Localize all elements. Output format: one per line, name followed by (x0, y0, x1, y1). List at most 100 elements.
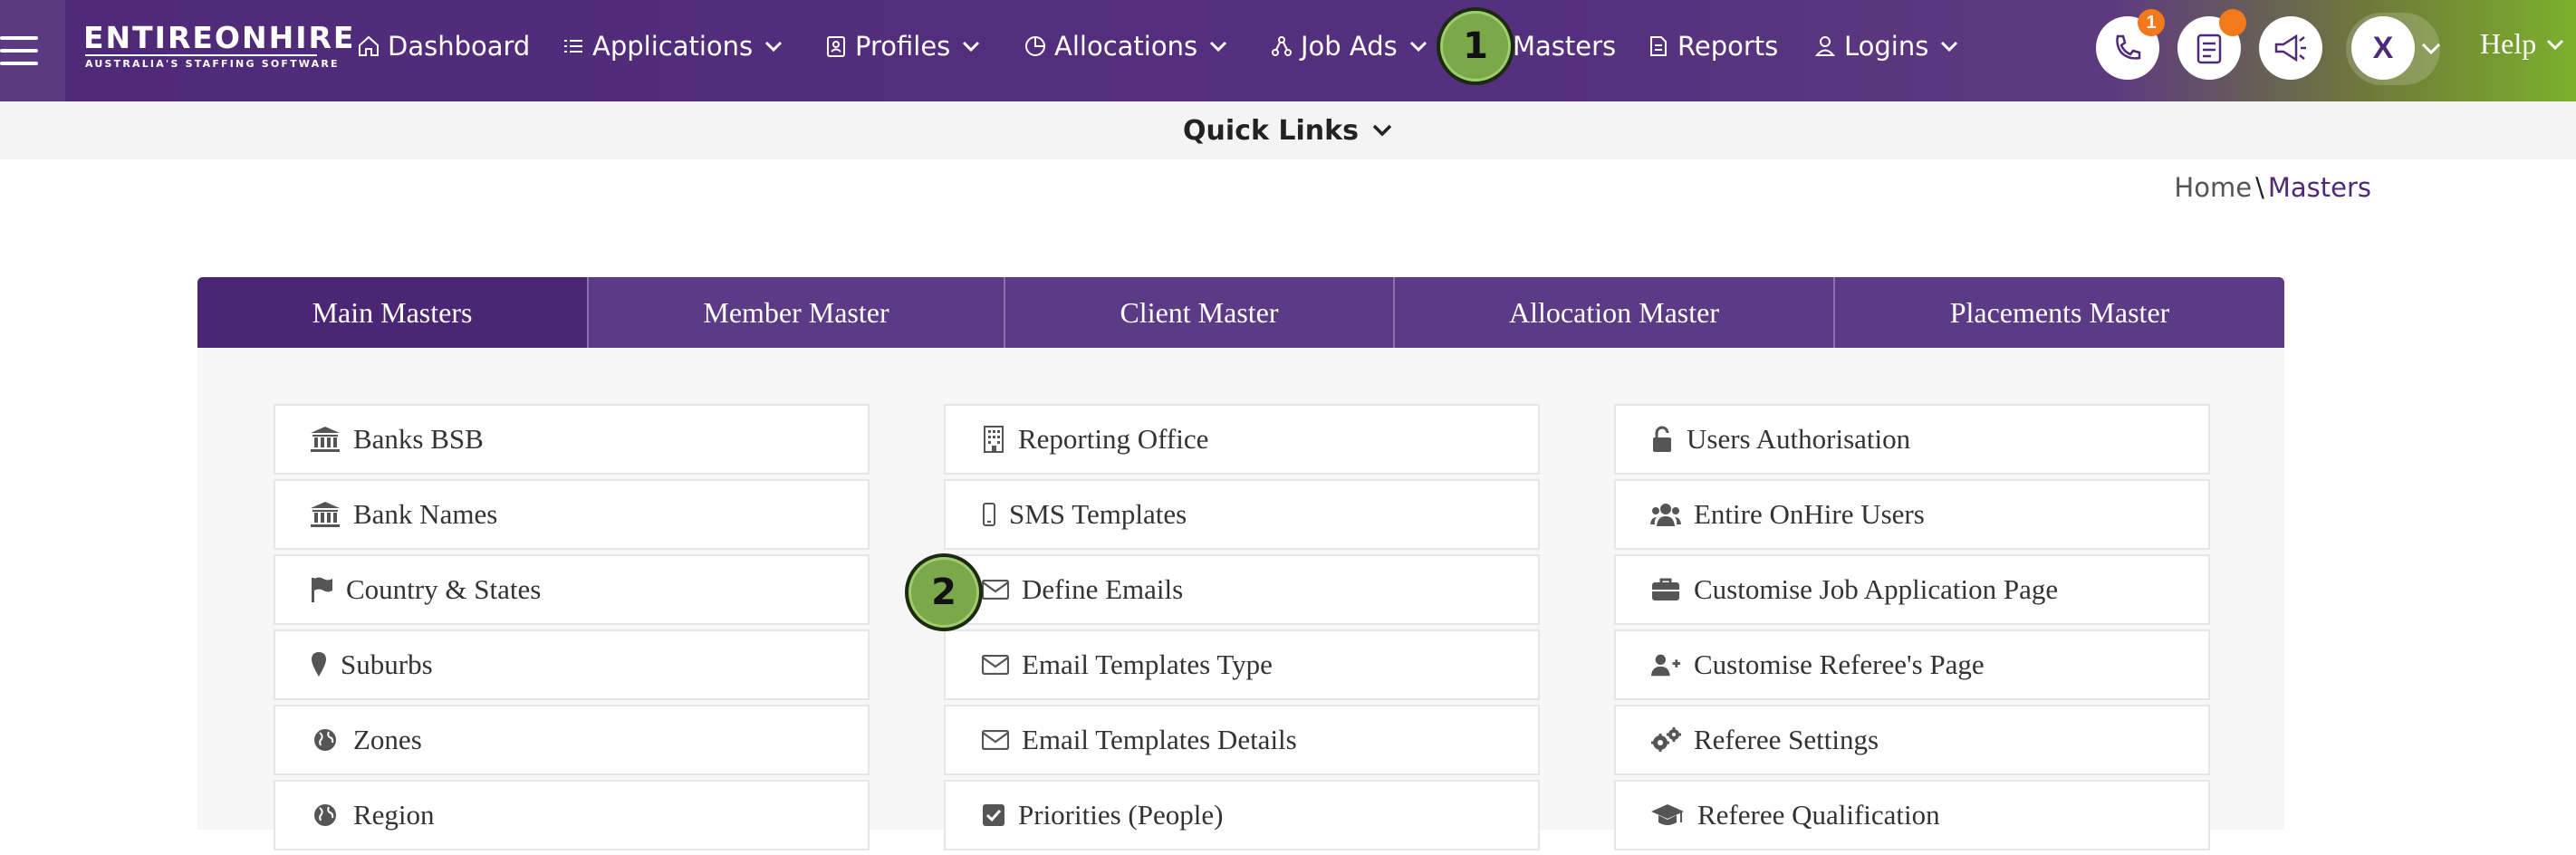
hamburger-icon (0, 36, 38, 40)
envelope-icon (982, 726, 1009, 754)
list-item[interactable]: Priorities (People) (944, 780, 1540, 850)
pie-chart-icon (1025, 36, 1045, 56)
flag-icon (310, 576, 333, 603)
menu-toggle-button[interactable] (0, 0, 65, 101)
home-icon (359, 35, 379, 56)
calls-count-badge: 1 (2138, 9, 2165, 36)
list-item-label: SMS Templates (1009, 498, 1187, 530)
nav-logins[interactable]: Logins (1813, 22, 1959, 71)
list-item-label: Customise Referee's Page (1694, 648, 1985, 680)
nav-profiles[interactable]: Profiles (824, 22, 981, 71)
nav-job-ads-label: Job Ads (1301, 31, 1398, 62)
list-item[interactable]: Referee Qualification (1614, 780, 2210, 850)
list-item-label: Referee Qualification (1697, 799, 1940, 831)
list-item[interactable]: Country & States (274, 554, 870, 625)
chevron-down-icon (1409, 41, 1427, 53)
announcements-button[interactable] (2259, 16, 2322, 80)
user-icon (1814, 36, 1836, 56)
bank-icon (310, 426, 341, 453)
list-item[interactable]: Referee Settings (1614, 705, 2210, 775)
tab-member-master[interactable]: Member Master (589, 277, 1005, 348)
mobile-phone-icon (982, 501, 996, 528)
quick-links-bar[interactable]: Quick Links (0, 101, 2576, 159)
masters-tabs: Main Masters Member Master Client Master… (197, 277, 2284, 348)
avatar[interactable]: X (2351, 16, 2415, 80)
user-plus-icon (1650, 651, 1681, 678)
nav-reports[interactable]: Reports (1647, 22, 1778, 71)
list-icon (564, 40, 582, 53)
nav-allocations[interactable]: Allocations (1024, 22, 1228, 71)
breadcrumb-separator: \ (2255, 172, 2264, 203)
tab-main-masters[interactable]: Main Masters (197, 277, 589, 348)
checkbox-icon (982, 802, 1005, 829)
list-item-label: Email Templates Type (1022, 648, 1273, 680)
list-item[interactable]: Reporting Office (944, 404, 1540, 475)
list-item[interactable]: Banks BSB (274, 404, 870, 475)
envelope-icon (982, 651, 1009, 678)
list-item[interactable]: Define Emails (944, 554, 1540, 625)
nav-dashboard[interactable]: Dashboard (357, 22, 530, 71)
nav-reports-label: Reports (1677, 31, 1779, 62)
list-item[interactable]: Zones (274, 705, 870, 775)
help-menu[interactable]: Help (2480, 27, 2565, 61)
help-label: Help (2480, 27, 2537, 60)
nav-dashboard-label: Dashboard (388, 31, 531, 62)
nav-profiles-label: Profiles (855, 31, 951, 62)
masters-column-right: Users Authorisation Entire OnHire Users … (1614, 404, 2210, 855)
nav-allocations-label: Allocations (1054, 31, 1198, 62)
list-item[interactable]: Email Templates Type (944, 629, 1540, 700)
brand-tagline: AUSTRALIA'S STAFFING SOFTWARE (85, 58, 340, 70)
list-item-label: Reporting Office (1018, 423, 1209, 455)
tab-client-master[interactable]: Client Master (1005, 277, 1395, 348)
tab-allocation-master[interactable]: Allocation Master (1395, 277, 1835, 348)
list-item-label: Email Templates Details (1022, 724, 1297, 755)
list-item-label: Bank Names (353, 498, 498, 530)
list-item-label: Zones (353, 724, 422, 755)
network-icon (1272, 36, 1292, 56)
list-item-label: Region (353, 799, 435, 831)
envelope-icon (982, 576, 1009, 603)
list-item[interactable]: Region (274, 780, 870, 850)
quick-links-label: Quick Links (1183, 114, 1359, 147)
breadcrumb: Home \ Masters (2174, 172, 2371, 203)
nav-masters[interactable]: Masters (1513, 22, 1616, 71)
users-icon (1650, 501, 1681, 528)
list-item[interactable]: Bank Names (274, 479, 870, 550)
list-item[interactable]: Users Authorisation (1614, 404, 2210, 475)
chevron-down-icon (1941, 41, 1958, 53)
masters-panel: Banks BSB Bank Names Country & States Su… (197, 348, 2284, 850)
list-item-label: Banks BSB (353, 423, 484, 455)
document-icon (1650, 36, 1667, 56)
list-item-label: Define Emails (1022, 573, 1184, 605)
briefcase-icon (1650, 576, 1681, 603)
list-item-label: Referee Settings (1694, 724, 1879, 755)
list-item[interactable]: SMS Templates (944, 479, 1540, 550)
breadcrumb-home[interactable]: Home (2174, 172, 2252, 203)
list-item[interactable]: Suburbs (274, 629, 870, 700)
megaphone-icon (2274, 34, 2306, 62)
list-item-label: Users Authorisation (1687, 423, 1911, 455)
list-item-label: Customise Job Application Page (1694, 573, 2059, 605)
breadcrumb-current: Masters (2267, 172, 2371, 203)
list-item[interactable]: Email Templates Details (944, 705, 1540, 775)
tab-placements-master[interactable]: Placements Master (1835, 277, 2284, 348)
list-item-label: Country & States (346, 573, 542, 605)
top-navbar: ENTIREONHIRE AUSTRALIA'S STAFFING SOFTWA… (0, 0, 2576, 101)
chevron-down-icon (1372, 124, 1392, 137)
brand-logo[interactable]: ENTIREONHIRE (83, 20, 355, 55)
masters-column-left: Banks BSB Bank Names Country & States Su… (274, 404, 870, 855)
list-item[interactable]: Customise Referee's Page (1614, 629, 2210, 700)
graduation-cap-icon (1650, 802, 1685, 829)
list-item-label: Entire OnHire Users (1694, 498, 1925, 530)
list-item[interactable]: Customise Job Application Page (1614, 554, 2210, 625)
calls-button[interactable]: 1 (2096, 9, 2165, 80)
clipboard-icon (2196, 34, 2222, 64)
chevron-down-icon[interactable] (2420, 42, 2442, 56)
nav-applications[interactable]: Applications (562, 22, 783, 71)
map-pin-icon (310, 651, 328, 678)
list-item[interactable]: Entire OnHire Users (1614, 479, 2210, 550)
gears-icon (1650, 726, 1681, 754)
unlock-icon (1650, 426, 1674, 453)
notes-button[interactable] (2177, 9, 2246, 80)
nav-job-ads[interactable]: Job Ads (1270, 22, 1428, 71)
